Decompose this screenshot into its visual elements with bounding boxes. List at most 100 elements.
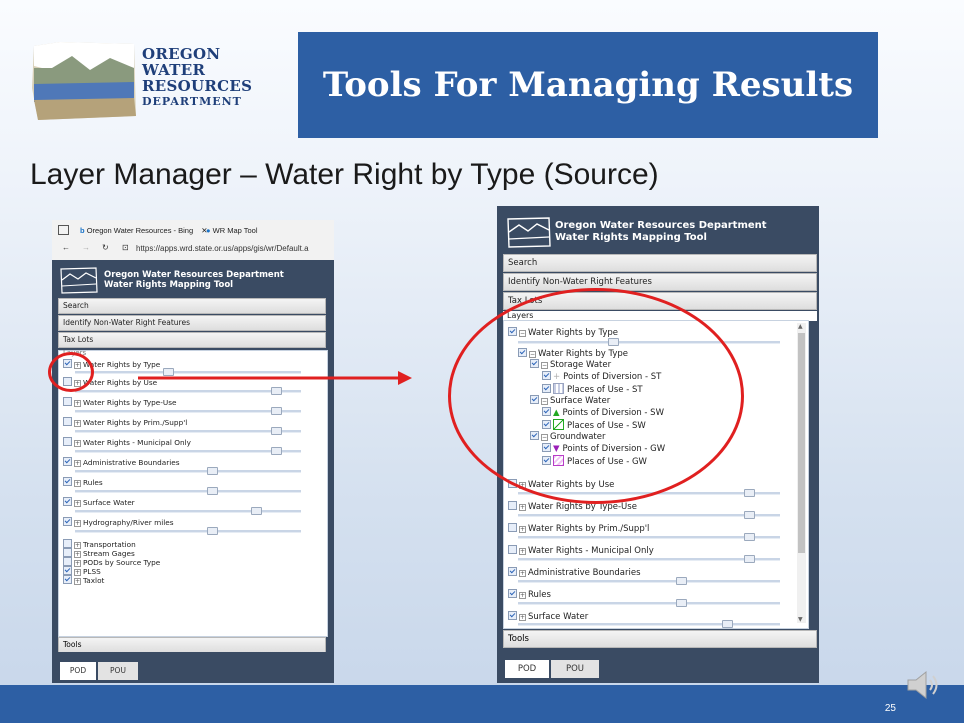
slider-thumb[interactable] (271, 427, 282, 435)
address-bar[interactable]: https://apps.wrd.state.or.us/apps/gis/wr… (136, 244, 309, 253)
checkbox[interactable] (63, 539, 72, 548)
expand-icon[interactable]: + (519, 592, 526, 599)
slider-thumb[interactable] (744, 533, 755, 541)
opacity-slider[interactable] (75, 407, 301, 415)
red-arrow-icon (138, 371, 412, 385)
layer-row[interactable]: + Water Rights - Municipal Only (508, 545, 654, 556)
tab-pou[interactable]: POU (98, 662, 138, 680)
opacity-slider[interactable] (518, 533, 780, 541)
layer-row[interactable]: + Water Rights by Prim./Supp'l (63, 417, 187, 427)
opacity-slider[interactable] (518, 620, 780, 628)
checkbox[interactable] (63, 417, 72, 426)
layer-label: Taxlot (83, 576, 105, 585)
checkbox[interactable] (508, 501, 517, 510)
checkbox[interactable] (508, 545, 517, 554)
layer-row[interactable]: + Rules (508, 589, 551, 600)
expand-icon[interactable]: + (74, 400, 81, 407)
slider-thumb[interactable] (271, 447, 282, 455)
opacity-slider[interactable] (518, 599, 780, 607)
opacity-slider[interactable] (75, 527, 301, 535)
menu-tax-lots[interactable]: Tax Lots (58, 332, 326, 348)
expand-icon[interactable]: + (74, 520, 81, 527)
layer-row[interactable]: + Water Rights by Type-Use (63, 397, 177, 407)
browser-tab-wr-map[interactable]: ● WR Map Tool (202, 223, 330, 238)
layer-row[interactable]: + Surface Water (63, 497, 135, 507)
slider-thumb[interactable] (271, 407, 282, 415)
tab-pod[interactable]: POD (60, 662, 96, 680)
checkbox[interactable] (63, 517, 72, 526)
slider-thumb[interactable] (271, 387, 282, 395)
opacity-slider[interactable] (75, 487, 301, 495)
layer-row[interactable]: + Rules (63, 477, 103, 487)
back-arrow-icon[interactable]: ← (62, 243, 70, 252)
menu-identify[interactable]: Identify Non-Water Right Features (58, 315, 326, 331)
slider-thumb[interactable] (676, 577, 687, 585)
slider-thumb[interactable] (207, 487, 218, 495)
expand-icon[interactable]: + (519, 526, 526, 533)
layer-row[interactable]: + Hydrography/River miles (63, 517, 174, 527)
slider-thumb[interactable] (722, 620, 733, 628)
layer-row[interactable]: + Taxlot (63, 575, 104, 585)
checkbox[interactable] (508, 567, 517, 576)
slider-thumb[interactable] (744, 511, 755, 519)
layer-row[interactable]: + Administrative Boundaries (63, 457, 180, 467)
layer-row[interactable]: + Administrative Boundaries (508, 567, 641, 578)
checkbox[interactable] (63, 575, 72, 584)
expand-icon[interactable]: + (74, 578, 81, 585)
slider-thumb[interactable] (251, 507, 262, 515)
expand-icon[interactable]: + (74, 460, 81, 467)
expand-icon[interactable]: + (74, 440, 81, 447)
tab-pou[interactable]: POU (551, 660, 599, 678)
menu-identify[interactable]: Identify Non-Water Right Features (503, 273, 817, 291)
checkbox[interactable] (508, 611, 517, 620)
checkbox[interactable] (63, 437, 72, 446)
checkbox[interactable] (63, 477, 72, 486)
opacity-slider[interactable] (75, 387, 301, 395)
layer-row[interactable]: + Water Rights - Municipal Only (63, 437, 191, 447)
menu-tools[interactable]: Tools (503, 630, 817, 648)
menu-search[interactable]: Search (58, 298, 326, 314)
scrollbar-thumb[interactable] (798, 333, 805, 553)
checkbox[interactable] (63, 497, 72, 506)
scroll-up-icon[interactable]: ▲ (798, 323, 803, 330)
opacity-slider[interactable] (75, 427, 301, 435)
water-drop-icon: ● (206, 226, 211, 235)
speaker-audio-icon[interactable] (904, 668, 944, 702)
browser-tab-bing[interactable]: b Oregon Water Resources - Bing ✕ (76, 223, 208, 238)
expand-icon[interactable]: + (74, 420, 81, 427)
checkbox[interactable] (63, 557, 72, 566)
layer-row[interactable]: + Water Rights by Prim./Supp'l (508, 523, 649, 534)
opacity-slider[interactable] (518, 555, 780, 563)
expand-icon[interactable]: + (519, 548, 526, 555)
expand-icon[interactable]: + (519, 614, 526, 621)
checkbox[interactable] (63, 397, 72, 406)
checkbox[interactable] (63, 457, 72, 466)
slider-thumb[interactable] (207, 527, 218, 535)
checkbox[interactable] (508, 523, 517, 532)
slider-thumb[interactable] (207, 467, 218, 475)
opacity-slider[interactable] (75, 507, 301, 515)
checkbox[interactable] (63, 566, 72, 575)
forward-arrow-icon[interactable]: → (82, 243, 90, 252)
expand-icon[interactable]: + (519, 504, 526, 511)
checkbox[interactable] (508, 589, 517, 598)
expand-icon[interactable]: + (74, 480, 81, 487)
slider-thumb[interactable] (744, 555, 755, 563)
checkbox[interactable] (63, 548, 72, 557)
opacity-slider[interactable] (75, 467, 301, 475)
opacity-slider[interactable] (75, 447, 301, 455)
expand-icon[interactable]: + (519, 570, 526, 577)
scroll-down-icon[interactable]: ▼ (798, 616, 803, 623)
layers-scrollbar[interactable]: ▲ ▼ (797, 323, 806, 623)
tab-actions-icon[interactable] (58, 225, 69, 235)
layer-row[interactable]: + Surface Water (508, 611, 588, 622)
slider-thumb[interactable] (676, 599, 687, 607)
slider-thumb[interactable] (744, 489, 755, 497)
refresh-icon[interactable]: ↻ (102, 243, 109, 252)
opacity-slider[interactable] (518, 511, 780, 519)
menu-tools[interactable]: Tools (58, 637, 326, 653)
tab-pod[interactable]: POD (505, 660, 549, 678)
opacity-slider[interactable] (518, 577, 780, 585)
expand-icon[interactable]: + (74, 500, 81, 507)
menu-search[interactable]: Search (503, 254, 817, 272)
